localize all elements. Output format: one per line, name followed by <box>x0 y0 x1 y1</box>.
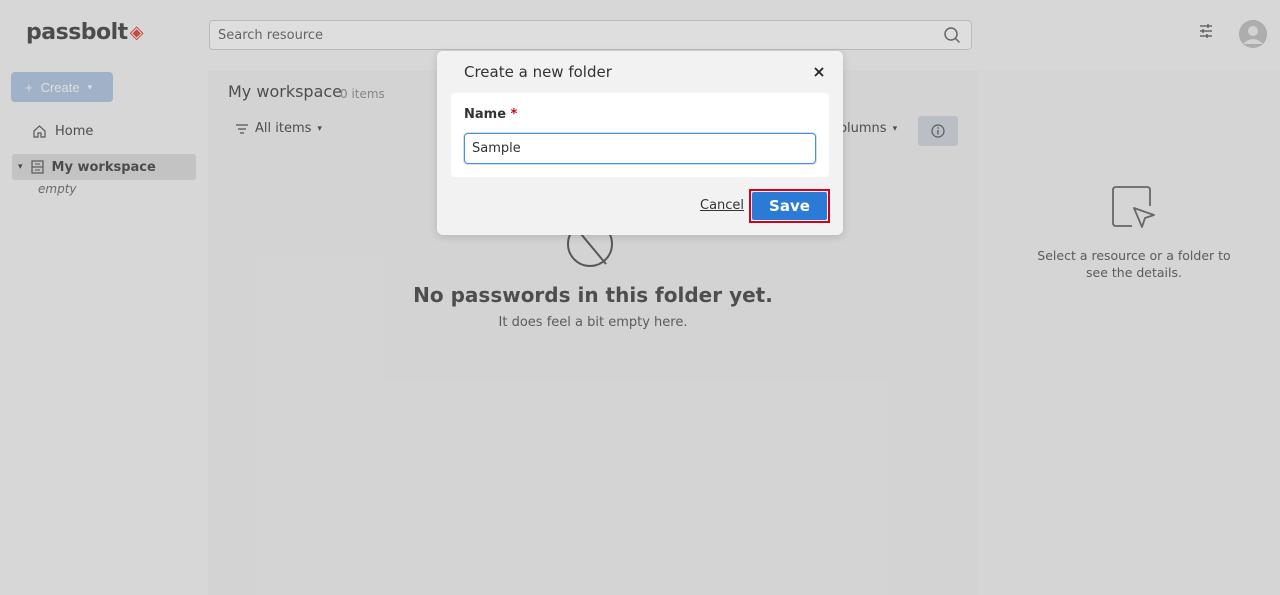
required-mark: * <box>510 107 518 122</box>
create-folder-dialog: Create a new folder Name * Cancel Save <box>437 51 843 235</box>
name-label-text: Name <box>464 107 507 122</box>
folder-name-input[interactable] <box>464 133 816 164</box>
dialog-title: Create a new folder <box>464 63 612 81</box>
cancel-button[interactable]: Cancel <box>700 198 744 213</box>
name-field-label: Name * <box>464 107 517 122</box>
save-button[interactable]: Save <box>752 192 827 220</box>
close-button[interactable] <box>811 64 827 80</box>
dialog-form: Name * <box>451 93 829 177</box>
save-button-highlight: Save <box>749 189 830 223</box>
close-icon <box>814 67 824 77</box>
